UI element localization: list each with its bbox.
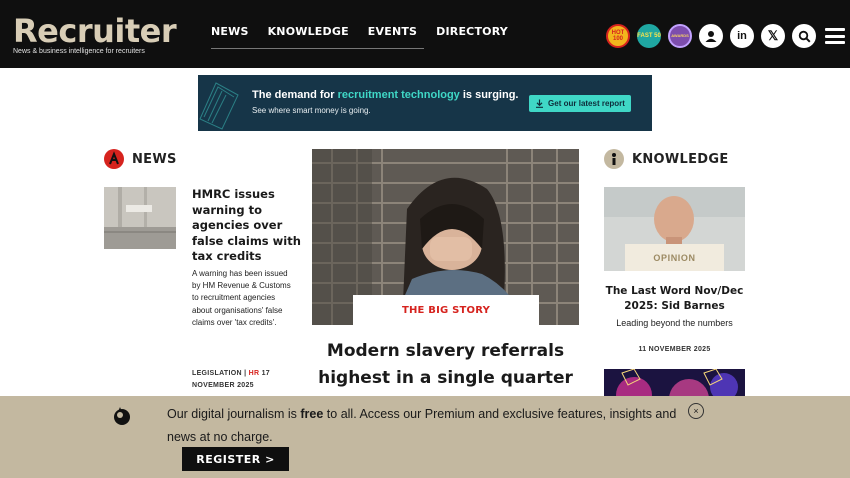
opinion-label: OPINION xyxy=(625,244,724,271)
x-icon[interactable]: 𝕏 xyxy=(761,24,785,48)
news-thumbnail[interactable] xyxy=(104,187,176,249)
news-category[interactable]: LEGISLATION xyxy=(192,370,242,377)
nav-news[interactable]: NEWS xyxy=(211,25,249,38)
close-icon[interactable]: × xyxy=(688,403,704,419)
knowledge-title[interactable]: The Last Word Nov/Dec 2025: Sid Barnes xyxy=(604,284,745,313)
ad-banner[interactable]: The demand for recruitment technology is… xyxy=(198,75,652,131)
news-meta-separator: | xyxy=(244,370,247,377)
linkedin-icon[interactable]: in xyxy=(730,24,754,48)
knowledge-section-heading[interactable]: KNOWLEDGE xyxy=(604,149,729,169)
hot-100-badge[interactable]: HOT 100 xyxy=(606,24,630,48)
ad-cta-label: Get our latest report xyxy=(548,99,625,108)
site-tagline: News & business intelligence for recruit… xyxy=(13,48,145,55)
download-icon xyxy=(536,99,544,108)
nav-knowledge[interactable]: KNOWLEDGE xyxy=(268,25,349,38)
fast-50-label: FAST 50 xyxy=(637,33,661,39)
search-icon[interactable] xyxy=(792,24,816,48)
ad-headline: The demand for recruitment technology is… xyxy=(252,89,519,101)
knowledge-section-icon xyxy=(604,149,624,169)
knowledge-date: 11 NOVEMBER 2025 xyxy=(638,346,711,353)
knowledge-subtitle: Leading beyond the numbers xyxy=(616,318,733,328)
nav-directory[interactable]: DIRECTORY xyxy=(436,25,508,38)
menu-icon[interactable] xyxy=(825,28,845,44)
fast-50-badge[interactable]: FAST 50 xyxy=(637,24,661,48)
awards-badge[interactable]: AWARDS xyxy=(668,24,692,48)
main-nav: NEWS KNOWLEDGE EVENTS DIRECTORY xyxy=(211,25,508,38)
awards-label: AWARDS xyxy=(671,33,689,38)
register-message: Our digital journalism is free to all. A… xyxy=(167,403,677,448)
news-meta: LEGISLATION | HR 17 NOVEMBER 2025 xyxy=(192,368,302,392)
nav-events[interactable]: EVENTS xyxy=(368,25,417,38)
register-text-pre: Our digital journalism is xyxy=(167,407,301,421)
news-section-icon xyxy=(104,149,124,169)
ad-headline-highlight: recruitment technology xyxy=(337,89,460,101)
ad-subline: See where smart money is going. xyxy=(252,106,371,115)
news-headline[interactable]: HMRC issues warning to agencies over fal… xyxy=(192,187,302,265)
register-button[interactable]: REGISTER > xyxy=(182,447,289,471)
news-section-heading[interactable]: NEWS xyxy=(104,149,177,169)
news-summary: A warning has been issued by HM Revenue … xyxy=(192,269,291,327)
ad-cta-button[interactable]: Get our latest report xyxy=(529,95,631,112)
news-section-title: NEWS xyxy=(132,151,177,167)
ad-headline-pre: The demand for xyxy=(252,89,338,101)
register-text-free: free xyxy=(300,407,324,421)
header-actions: HOT 100 FAST 50 AWARDS in 𝕏 xyxy=(606,24,845,48)
recruiter-r-icon xyxy=(112,406,132,426)
site-logo[interactable]: Recruiter xyxy=(13,12,177,50)
knowledge-section-title: KNOWLEDGE xyxy=(632,151,729,167)
ad-headline-post: is surging. xyxy=(459,89,519,101)
nav-underline xyxy=(211,48,424,49)
big-story-label: THE BIG STORY xyxy=(353,295,539,326)
hot-100-label: HOT 100 xyxy=(611,30,625,42)
big-story-headline[interactable]: Modern slavery referrals highest in a si… xyxy=(312,338,579,392)
site-header: Recruiter News & business intelligence f… xyxy=(0,0,850,68)
ad-graphic xyxy=(199,82,239,130)
user-icon[interactable] xyxy=(699,24,723,48)
news-tag-hr[interactable]: HR xyxy=(249,370,260,377)
